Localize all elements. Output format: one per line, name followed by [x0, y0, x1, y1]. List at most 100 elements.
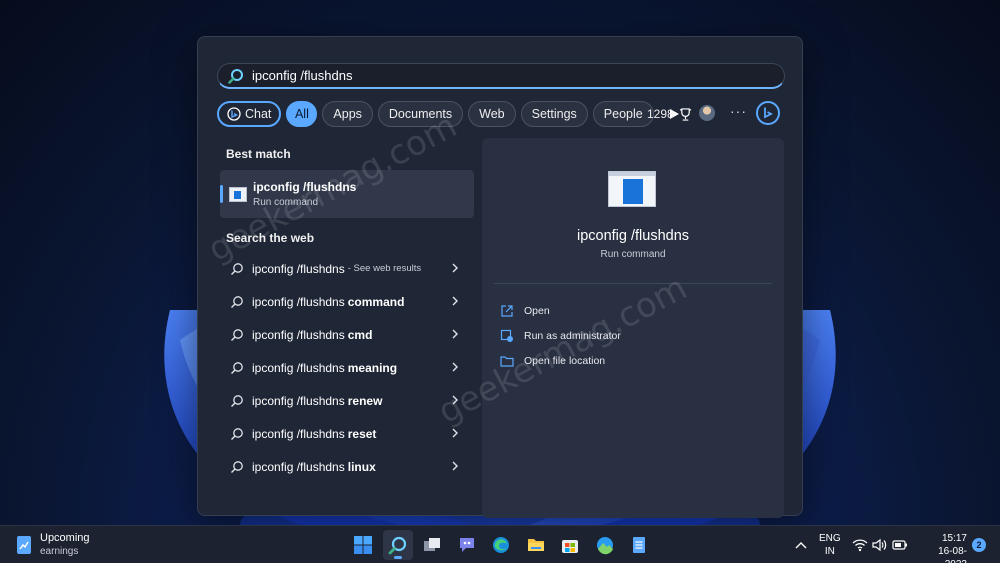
taskbar-task-view[interactable] — [417, 530, 447, 560]
system-clock[interactable]: 15:17 16-08-2023 — [917, 532, 967, 563]
search-box[interactable] — [217, 63, 785, 89]
action-open[interactable]: Open — [500, 298, 621, 323]
taskbar-start[interactable] — [348, 530, 378, 560]
web-result-item[interactable]: ipconfig /flushdns renew — [220, 384, 474, 417]
preview-actions: Open Run as administrator Open file loca… — [500, 298, 621, 373]
language-line2: IN — [824, 546, 835, 557]
microsoft-store-icon — [562, 540, 578, 553]
action-label: Open file location — [524, 354, 606, 367]
more-options-icon: ··· — [730, 103, 747, 119]
web-result-suffix: reset — [347, 426, 377, 441]
chip-people[interactable]: People — [592, 101, 654, 127]
taskbar-search[interactable] — [382, 530, 413, 560]
web-result-text: ipconfig /flushdns — [252, 393, 345, 408]
stock-chart-icon — [17, 536, 31, 554]
web-result-text: ipconfig /flushdns — [252, 294, 345, 309]
clock-date: 16-08-2023 — [938, 546, 967, 563]
web-result-suffix: cmd — [347, 327, 373, 342]
weather-line1: Upcoming — [40, 532, 90, 544]
web-result-item[interactable]: ipconfig /flushdns linux — [220, 450, 474, 483]
web-result-suffix: command — [347, 294, 405, 309]
web-result-item[interactable]: ipconfig /flushdns reset — [220, 417, 474, 450]
web-result-text: ipconfig /flushdns — [252, 426, 345, 441]
web-result-item[interactable]: ipconfig /flushdns command — [220, 285, 474, 318]
notification-badge[interactable]: 2 — [972, 538, 986, 552]
taskbar-edge[interactable] — [486, 530, 516, 560]
chevron-right-icon — [452, 428, 458, 438]
search-icon — [228, 68, 243, 84]
search-icon — [231, 361, 243, 374]
chip-apps[interactable]: Apps — [322, 101, 373, 127]
language-indicator[interactable]: ENG IN — [819, 532, 841, 558]
search-icon — [231, 295, 243, 308]
action-open-file-location[interactable]: Open file location — [500, 348, 621, 373]
best-match-subtitle: Run command — [253, 197, 319, 208]
web-results-list: ipconfig /flushdns - See web results ipc… — [220, 252, 474, 483]
web-result-text: ipconfig /flushdns — [252, 360, 345, 375]
chip-label: Settings — [531, 107, 577, 121]
chip-documents[interactable]: Documents — [377, 101, 464, 127]
web-result-text: ipconfig /flushdns — [252, 261, 345, 276]
widgets-weather[interactable]: Upcoming earnings — [16, 532, 90, 557]
web-result-item[interactable]: ipconfig /flushdns meaning — [220, 351, 474, 384]
chevron-up-icon[interactable] — [795, 540, 807, 550]
folder-icon — [500, 355, 514, 367]
action-label: Open — [524, 304, 550, 317]
more-options-button[interactable]: ··· — [730, 103, 747, 119]
chevron-right-icon — [452, 296, 458, 306]
best-match-item[interactable]: ipconfig /flushdns Run command — [220, 170, 474, 218]
best-match-heading: Best match — [226, 147, 291, 161]
rewards-points[interactable]: 1298 — [647, 107, 692, 121]
chevron-right-icon — [452, 329, 458, 339]
taskbar-notepad[interactable] — [624, 530, 654, 560]
taskbar-apps — [348, 530, 659, 560]
chip-web[interactable]: Web — [468, 101, 516, 127]
taskbar-teams-chat[interactable] — [452, 530, 482, 560]
preview-title: ipconfig /flushdns — [576, 228, 690, 244]
notepad-icon — [633, 537, 645, 553]
avatar[interactable] — [699, 105, 715, 121]
chip-label: Web — [479, 107, 505, 121]
web-result-text: ipconfig /flushdns — [252, 327, 345, 342]
weather-line2: earnings — [40, 546, 79, 557]
taskbar-store[interactable] — [555, 530, 585, 560]
points-value: 1298 — [647, 107, 674, 121]
chip-label: Documents — [388, 107, 453, 121]
bing-button[interactable] — [756, 101, 780, 125]
best-match-title: ipconfig /flushdns — [253, 180, 357, 194]
web-result-item[interactable]: ipconfig /flushdns cmd — [220, 318, 474, 351]
clock-time: 15:17 — [941, 533, 967, 544]
run-command-large-icon — [608, 171, 656, 207]
run-command-icon — [229, 187, 247, 202]
battery-icon[interactable] — [892, 539, 908, 551]
taskbar-file-explorer[interactable] — [521, 530, 551, 560]
web-result-item[interactable]: ipconfig /flushdns - See web results — [220, 252, 474, 285]
chip-chat[interactable]: Chat — [217, 101, 282, 127]
web-result-text: ipconfig /flushdns — [252, 459, 345, 474]
search-input[interactable] — [252, 68, 752, 83]
chevron-right-icon — [452, 263, 458, 273]
wifi-icon[interactable] — [852, 538, 868, 552]
bing-chat-icon — [227, 107, 241, 121]
icon-window-body — [623, 179, 643, 204]
chip-all[interactable]: All — [286, 101, 318, 127]
chip-label: All — [294, 107, 309, 121]
chip-settings[interactable]: Settings — [520, 101, 588, 127]
volume-icon[interactable] — [872, 538, 888, 552]
web-result-suffix: linux — [347, 459, 376, 474]
open-external-icon — [501, 304, 513, 317]
edge-icon — [493, 537, 509, 553]
chevron-right-icon — [452, 395, 458, 405]
action-label: Run as administrator — [524, 329, 621, 342]
task-view-icon — [424, 538, 440, 551]
search-icon — [231, 394, 243, 407]
file-explorer-icon — [527, 539, 544, 551]
chevron-right-icon — [452, 362, 458, 372]
search-icon — [231, 427, 243, 440]
web-result-hint: - See web results — [347, 263, 422, 274]
action-run-as-admin[interactable]: Run as administrator — [500, 323, 621, 348]
taskbar-photos[interactable] — [590, 530, 620, 560]
chip-label: Chat — [245, 107, 272, 121]
search-icon — [231, 460, 243, 473]
shield-admin-icon — [500, 329, 513, 342]
